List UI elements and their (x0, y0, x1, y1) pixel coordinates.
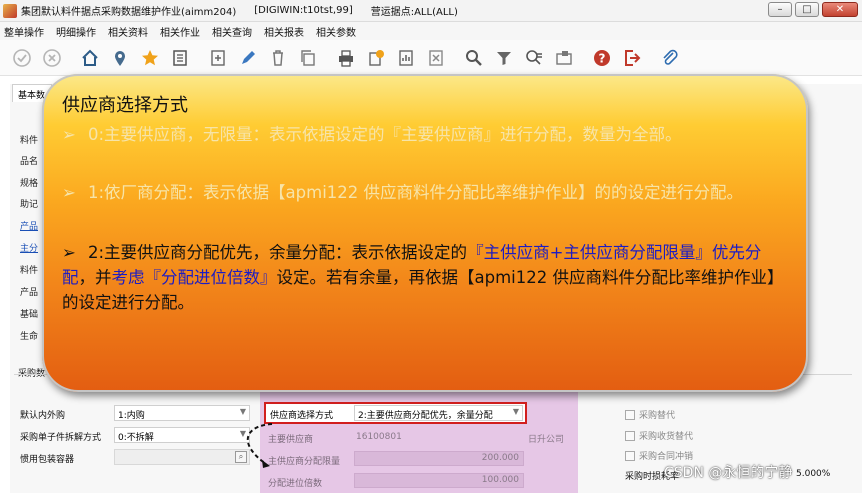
fieldset-title: 采购数 (18, 369, 46, 379)
maximize-button[interactable]: □ (795, 2, 819, 17)
title-bar: 集团默认料件据点采购数据维护作业(aimm204) [DIGIWIN:t10ts… (0, 0, 862, 22)
multiple-field[interactable]: 100.000 (354, 473, 524, 488)
container-field[interactable]: ⌕ (114, 449, 250, 465)
field-label: 规格 (20, 179, 39, 189)
menu-item-related-reports[interactable]: 相关报表 (264, 24, 304, 39)
chevron-down-icon: ▼ (239, 407, 246, 416)
check-icon[interactable] (10, 46, 34, 70)
field-link[interactable]: 产品 (20, 219, 38, 232)
watermark: CSDN @永恒的宁静 (664, 465, 793, 481)
in-out-value: 1:内购 (118, 411, 145, 421)
query-icon[interactable] (522, 46, 546, 70)
option-2-part2: ，并 (78, 268, 112, 287)
field-label: 助记 (20, 200, 39, 210)
option-2-part1: 2:主要供应商分配优先，余量分配：表示依据设定的 (88, 243, 468, 262)
exit-icon[interactable] (620, 46, 644, 70)
print-icon[interactable] (334, 46, 358, 70)
option-1-text: ➢ 1:依厂商分配：表示依据【apmi122 供应商料件分配比率维护作业】的的设定… (62, 180, 792, 205)
dashed-arrow (246, 423, 273, 468)
list-icon[interactable] (168, 46, 192, 70)
multiple-label: 分配进位倍数 (268, 479, 323, 489)
edit-icon[interactable] (236, 46, 260, 70)
field-link[interactable]: 主分 (20, 241, 38, 254)
site-info: 营运据点:ALL(ALL) (370, 7, 458, 18)
main-supplier-name: 日升公司 (528, 435, 565, 445)
window-title: 集团默认料件据点采购数据维护作业(aimm204) (21, 7, 237, 18)
menu-item-related-jobs[interactable]: 相关作业 (160, 24, 200, 39)
receipt-checkbox[interactable]: 采购收货替代 (625, 429, 693, 442)
export-icon[interactable] (364, 46, 388, 70)
contract-checkbox[interactable]: 采购合同冲销 (625, 449, 693, 462)
delete-icon[interactable] (266, 46, 290, 70)
receipt-label: 采购收货替代 (639, 432, 694, 442)
container-label: 惯用包装容器 (20, 455, 75, 465)
option-2-text: ➢ 2:主要供应商分配优先，余量分配：表示依据设定的『主供应商+主供应商分配限量』… (62, 240, 792, 315)
excel-icon[interactable] (424, 46, 448, 70)
in-out-label: 默认内外购 (20, 411, 66, 421)
callout-title: 供应商选择方式 (62, 95, 188, 116)
field-label: 料件 (20, 136, 39, 146)
attach-icon[interactable] (658, 46, 682, 70)
menu-item-related-params[interactable]: 相关参数 (316, 24, 356, 39)
checkbox-box[interactable] (625, 450, 635, 461)
supplier-select[interactable]: 2:主要供应商分配优先，余量分配 ▼ (354, 405, 523, 421)
supplier-select-label: 供应商选择方式 (270, 411, 334, 421)
location-icon[interactable] (108, 46, 132, 70)
menu-item-doc-ops[interactable]: 整单操作 (4, 24, 44, 39)
field-label: 生命 (20, 332, 39, 342)
option-0-text: ➢ 0:主要供应商，无限量：表示依据设定的『主要供应商』进行分配，数量为全部。 (62, 122, 792, 147)
search-icon[interactable] (462, 46, 486, 70)
callout-bubble: 供应商选择方式 ➢ 0:主要供应商，无限量：表示依据设定的『主要供应商』进行分配，… (42, 74, 808, 392)
contract-label: 采购合同冲销 (639, 452, 694, 462)
loss-value: 5.000% (796, 469, 831, 479)
split-label: 采购单子件拆解方式 (20, 433, 102, 443)
close-button[interactable]: ✕ (822, 2, 858, 17)
minimize-button[interactable]: – (768, 2, 792, 17)
main-supplier-code: 16100801 (356, 432, 402, 442)
copy-icon[interactable] (296, 46, 320, 70)
option-1-line: 1:依厂商分配：表示依据【apmi122 供应商料件分配比率维护作业】的的设定进… (88, 183, 744, 202)
supplier-select-value: 2:主要供应商分配优先，余量分配 (358, 411, 493, 421)
server-info: [DIGIWIN:t10tst,99] (254, 5, 353, 16)
split-select[interactable]: 0:不拆解 ▼ (114, 427, 250, 443)
field-label: 品名 (20, 157, 39, 167)
limit-label: 主供应商分配限量 (268, 457, 341, 467)
help-icon[interactable]: ? (590, 46, 614, 70)
chevron-down-icon: ▼ (512, 407, 519, 416)
split-value: 0:不拆解 (118, 433, 154, 443)
arrow-bullet-icon: ➢ (62, 183, 76, 202)
checkbox-box[interactable] (625, 409, 635, 420)
menu-bar: 整单操作 明细操作 相关资料 相关作业 相关查询 相关报表 相关参数 (0, 22, 862, 40)
cancel-icon[interactable] (40, 46, 64, 70)
menu-item-related-query[interactable]: 相关查询 (212, 24, 252, 39)
report-icon[interactable] (394, 46, 418, 70)
substitute-label: 采购替代 (639, 411, 676, 421)
option-2-emphasis-2: 考虑『分配进位倍数』 (111, 268, 277, 287)
filter-icon[interactable] (492, 46, 516, 70)
field-label: 产品 (20, 288, 39, 298)
supplier-select-highlight: 供应商选择方式 2:主要供应商分配优先，余量分配 ▼ (264, 402, 527, 424)
limit-value: 200.000 (481, 453, 519, 463)
menu-item-related-data[interactable]: 相关资料 (108, 24, 148, 39)
menu-item-detail-ops[interactable]: 明细操作 (56, 24, 96, 39)
option-0-line: 0:主要供应商，无限量：表示依据设定的『主要供应商』进行分配，数量为全部。 (88, 125, 682, 144)
star-icon[interactable] (138, 46, 162, 70)
svg-text:?: ? (599, 51, 606, 65)
arrow-bullet-icon: ➢ (62, 125, 76, 144)
field-label: 基础 (20, 310, 39, 320)
preview-icon[interactable] (552, 46, 576, 70)
substitute-checkbox[interactable]: 采购替代 (625, 408, 675, 421)
arrow-bullet-icon: ➢ (62, 243, 76, 262)
add-icon[interactable] (206, 46, 230, 70)
home-icon[interactable] (78, 46, 102, 70)
limit-field[interactable]: 200.000 (354, 451, 524, 466)
field-label: 料件 (20, 266, 39, 276)
checkbox-box[interactable] (625, 430, 635, 441)
toolbar: ? (0, 40, 862, 76)
app-icon (3, 3, 17, 18)
in-out-select[interactable]: 1:内购 ▼ (114, 405, 250, 421)
multiple-value: 100.000 (481, 475, 519, 485)
